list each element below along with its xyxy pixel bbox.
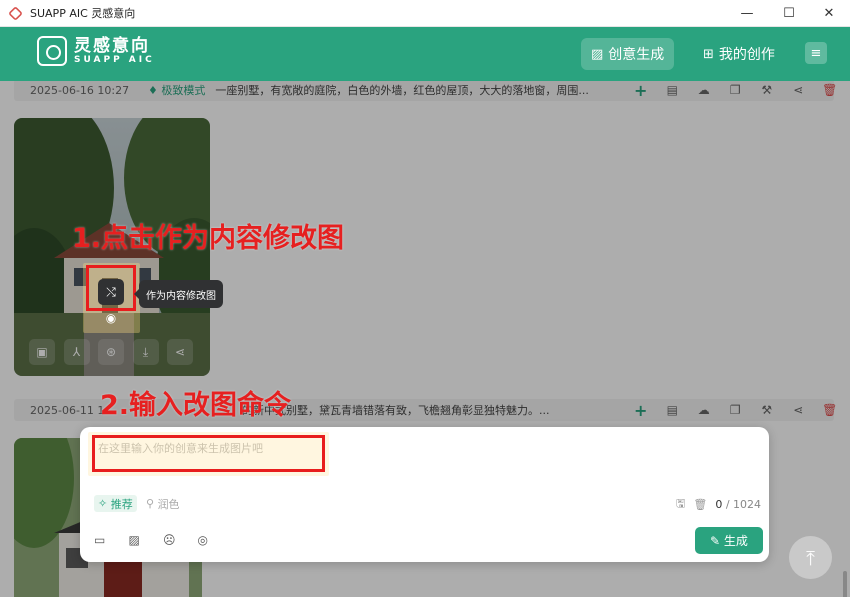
panel-counter-area: 🖫 🗑 0 / 1024 [676,495,761,514]
app-icon [8,5,23,21]
image-icon: ▨ [591,46,604,62]
maximize-button[interactable]: ☐ [769,0,809,27]
minimize-button[interactable]: — [727,0,767,27]
main-content: 2025-06-16 10:27 ♦ 极致模式 一座别墅，有宽敞的庭院，白色的外… [0,81,850,597]
nav-create[interactable]: ▨ 创意生成 [581,38,675,70]
window-titlebar: SUAPP AIC 灵感意向 — ☐ ✕ [0,0,850,27]
sparkle-icon: ✧ [98,497,111,510]
app-logo[interactable]: 灵感意向 SUAPP AIC [37,36,155,66]
char-counter: 0 / 1024 [715,498,762,511]
generate-button[interactable]: ✎ 生成 [695,527,763,554]
image-upload-icon[interactable]: ▨ [129,533,164,547]
eye-icon: ◉ [105,311,117,325]
close-button[interactable]: ✕ [809,0,849,27]
grid-icon: ⊞ [703,46,714,62]
window-title: SUAPP AIC 灵感意向 [30,7,136,20]
save-icon[interactable]: 🖫 [676,495,685,514]
nav-my-works-label: 我的创作 [718,47,775,63]
app-header: 灵感意向 SUAPP AIC ▨ 创意生成 ⊞ 我的创作 ≡ [0,27,850,81]
prompt-panel: 在这里输入你的创意来生成图片吧 ✧ 推荐 ⚲ 润色 🖫 🗑 0 / 1024 ▭… [80,427,769,562]
emoji-icon[interactable]: ☹ [163,533,198,547]
logo-en-text: SUAPP AIC [74,54,155,65]
panel-tools: ▭ ▨ ☹ ◎ [94,533,232,547]
polish-chip[interactable]: ⚲ 润色 [142,495,184,512]
laptop-icon[interactable]: ▭ [94,533,129,547]
back-to-top-button[interactable]: ⤒ [789,536,832,579]
logo-mark-icon [37,36,67,66]
tooltip: 作为内容修改图 [134,280,223,308]
recommend-chip[interactable]: ✧ 推荐 [94,495,137,512]
annotation-step2: 2.输入改图命令 [100,390,292,421]
logo-cn-text: 灵感意向 [74,35,150,56]
annotation-box-step1 [86,265,136,311]
wand-icon: ✎ [710,533,724,548]
wand-icon: ⚲ [146,497,158,510]
trash-icon[interactable]: 🗑 [693,498,707,511]
nav-create-label: 创意生成 [608,47,665,63]
menu-button[interactable]: ≡ [805,42,827,64]
arrow-up-icon: ⤒ [806,545,815,570]
annotation-box-step2 [92,435,325,472]
menu-icon: ≡ [810,45,822,61]
preview-button[interactable]: ◉ [98,309,124,327]
annotation-step1: 1.点击作为内容修改图 [72,223,345,254]
nav-my-works[interactable]: ⊞ 我的创作 [693,38,785,70]
target-icon[interactable]: ◎ [198,533,233,547]
scrollbar[interactable] [843,571,847,597]
